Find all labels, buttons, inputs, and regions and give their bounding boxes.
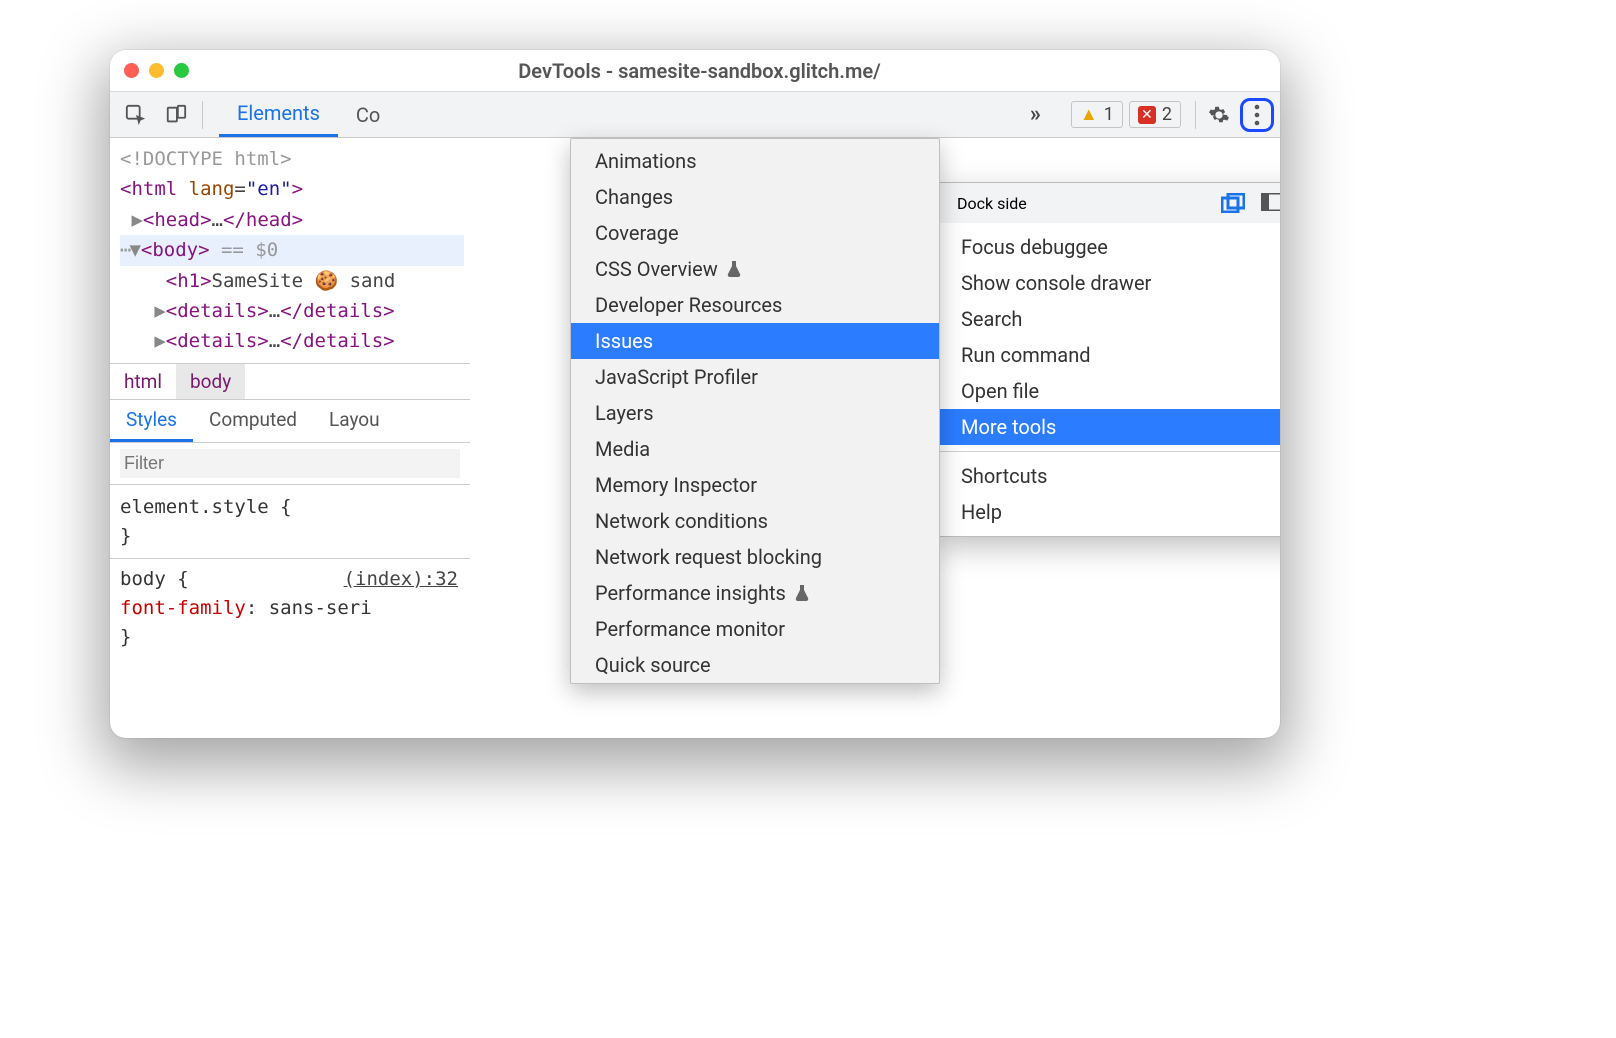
errors-chip[interactable]: ✕ 2 (1129, 101, 1181, 128)
submenu-item-performance-insights[interactable]: Performance insights (571, 575, 939, 611)
submenu-item-layers[interactable]: Layers (571, 395, 939, 431)
menu-shortcuts[interactable]: Shortcuts (939, 458, 1280, 494)
menu-open-file[interactable]: Open file⌘ P (939, 373, 1280, 409)
submenu-item-animations[interactable]: Animations (571, 143, 939, 179)
dom-details-2[interactable]: ▶<details>…</details> (120, 326, 464, 356)
dockside-label: Dock side (957, 194, 1027, 213)
dom-body-selected[interactable]: ⋯▼<body> == $0 (120, 235, 464, 265)
submenu-item-changes[interactable]: Changes (571, 179, 939, 215)
crumb-body[interactable]: body (176, 364, 245, 399)
dom-h1[interactable]: <h1>SameSite 🍪 sand (120, 266, 464, 296)
submenu-item-memory-inspector[interactable]: Memory Inspector (571, 467, 939, 503)
crumb-html[interactable]: html (110, 364, 176, 399)
more-tools-submenu: AnimationsChangesCoverageCSS OverviewDev… (570, 138, 940, 684)
styles-pane[interactable]: element.style { } (index):32 body { font… (110, 485, 470, 661)
submenu-item-network-conditions[interactable]: Network conditions (571, 503, 939, 539)
overflow-menu: Dock side Focus debuggee Show console dr… (938, 182, 1280, 537)
flask-icon (726, 260, 742, 278)
error-count: 2 (1162, 104, 1172, 125)
menu-more-tools[interactable]: More tools▶ (939, 409, 1280, 445)
source-link[interactable]: (index):32 (344, 565, 458, 594)
dock-left-icon[interactable] (1261, 193, 1280, 213)
menu-help[interactable]: Help▶ (939, 494, 1280, 530)
dom-head[interactable]: ▶<head>…</head> (120, 205, 464, 235)
dom-details-1[interactable]: ▶<details>…</details> (120, 296, 464, 326)
error-icon: ✕ (1138, 106, 1156, 124)
traffic-lights (124, 63, 189, 78)
zoom-icon[interactable] (174, 63, 189, 78)
styles-filter (110, 443, 470, 485)
submenu-item-css-overview[interactable]: CSS Overview (571, 251, 939, 287)
tab-layout[interactable]: Layou (313, 400, 396, 442)
menu-console-drawer[interactable]: Show console drawerEsc (939, 265, 1280, 301)
submenu-item-media[interactable]: Media (571, 431, 939, 467)
close-icon[interactable] (124, 63, 139, 78)
dom-tree[interactable]: <!DOCTYPE html> <html lang="en"> ▶<head>… (110, 138, 470, 364)
minimize-icon[interactable] (149, 63, 164, 78)
style-rule-element[interactable]: element.style { (120, 493, 460, 522)
devtools-window: DevTools - samesite-sandbox.glitch.me/ E… (110, 50, 1280, 738)
menu-search[interactable]: Search⌘ ⌥ F (939, 301, 1280, 337)
dom-doctype[interactable]: <!DOCTYPE html> (120, 144, 464, 174)
submenu-item-issues[interactable]: Issues (571, 323, 939, 359)
tab-elements[interactable]: Elements (219, 92, 338, 137)
submenu-item-quick-source[interactable]: Quick source (571, 647, 939, 683)
style-decl[interactable]: font-family: sans-seri (120, 594, 460, 623)
dock-undock-icon[interactable] (1221, 193, 1245, 213)
menu-focus-debuggee[interactable]: Focus debuggee (939, 229, 1280, 265)
tab-computed[interactable]: Computed (193, 400, 313, 442)
warnings-chip[interactable]: ▲ 1 (1071, 101, 1123, 128)
submenu-item-javascript-profiler[interactable]: JavaScript Profiler (571, 359, 939, 395)
tab-console[interactable]: Co (338, 92, 398, 137)
window-titlebar: DevTools - samesite-sandbox.glitch.me/ (110, 50, 1280, 92)
submenu-item-developer-resources[interactable]: Developer Resources (571, 287, 939, 323)
flask-icon (794, 584, 810, 602)
styles-tabs: Styles Computed Layou (110, 400, 470, 443)
devtools-toolbar: Elements Co » ▲ 1 ✕ 2 (110, 92, 1280, 138)
menu-run-command[interactable]: Run command⌘ ⇧ P (939, 337, 1280, 373)
dom-html[interactable]: <html lang="en"> (120, 174, 464, 204)
tab-styles[interactable]: Styles (110, 400, 193, 442)
settings-icon[interactable] (1202, 98, 1236, 132)
submenu-item-network-request-blocking[interactable]: Network request blocking (571, 539, 939, 575)
breadcrumb: html body (110, 364, 470, 400)
submenu-item-performance-monitor[interactable]: Performance monitor (571, 611, 939, 647)
filter-input[interactable] (120, 449, 460, 478)
warning-icon: ▲ (1080, 104, 1098, 125)
warning-count: 1 (1104, 104, 1114, 125)
submenu-item-coverage[interactable]: Coverage (571, 215, 939, 251)
inspect-element-icon[interactable] (116, 95, 156, 135)
more-options-icon[interactable] (1240, 98, 1274, 132)
window-title: DevTools - samesite-sandbox.glitch.me/ (189, 59, 1210, 83)
device-toolbar-icon[interactable] (156, 95, 196, 135)
tabs-overflow-icon[interactable]: » (1030, 102, 1041, 127)
